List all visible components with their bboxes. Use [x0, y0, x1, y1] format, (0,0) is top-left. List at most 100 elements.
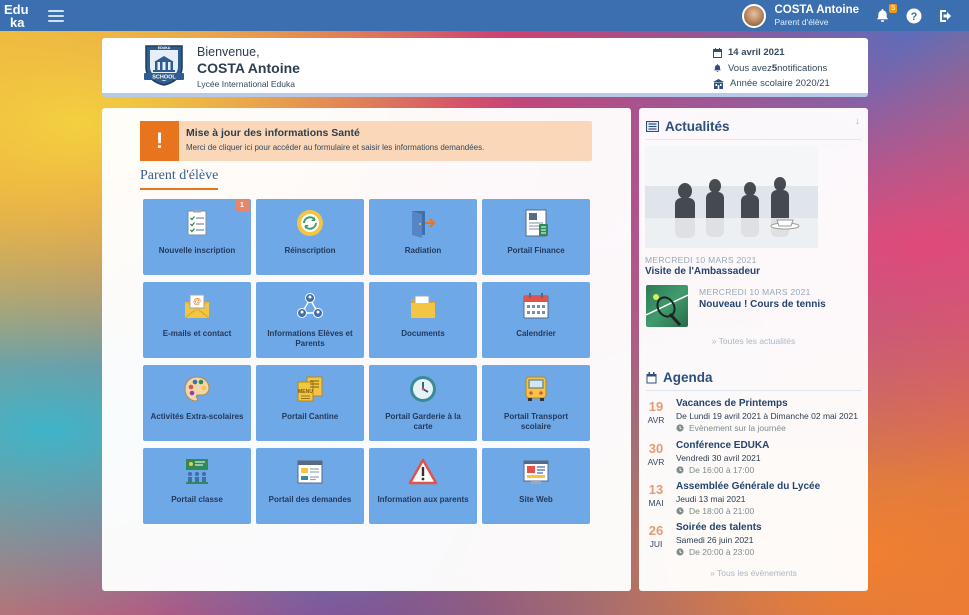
tile-radiation[interactable]: Radiation [369, 199, 477, 275]
news-agenda-panel: ↓ Actualités MERCREDI 10 MARS 2021 Visit… [639, 108, 868, 591]
tile-emails-contact[interactable]: @ E-mails et contact [143, 282, 251, 358]
notification-summary[interactable]: Vous avez 5 notifications [713, 61, 830, 77]
calendar-icon [523, 293, 549, 319]
tile-portail-garderie[interactable]: Portail Garderie à la carte [369, 365, 477, 441]
event-month: AVR [647, 415, 665, 425]
health-update-alert[interactable]: ! Mise à jour des informations Santé Mer… [140, 121, 592, 161]
help-icon[interactable]: ? [905, 7, 923, 25]
avatar[interactable] [742, 3, 767, 28]
news-item-title[interactable]: Visite de l'Ambassadeur [645, 266, 760, 277]
news-heading: Actualités [646, 119, 730, 134]
tile-label: Informations Elèves et Parents [267, 329, 353, 348]
event-date: Vendredi 30 avril 2021 [676, 453, 761, 463]
greeting: Bienvenue, [197, 45, 260, 59]
door-exit-icon [412, 211, 436, 238]
logo-eduka-text: EDUKA [158, 46, 171, 50]
school-building-icon [713, 78, 724, 89]
tile-badge: 1 [235, 200, 249, 212]
event-time: De 18:00 à 21:00 [689, 506, 755, 516]
school-bus-icon [525, 376, 547, 401]
news-date: MERCREDI 10 MARS 2021 [699, 287, 811, 297]
logo-line-1: Edu [4, 1, 29, 17]
news-item-title[interactable]: Nouveau ! Cours de tennis [699, 299, 826, 310]
tile-activites-extra-scolaires[interactable]: Activités Extra-scolaires [143, 365, 251, 441]
news-image-ambassador[interactable] [645, 146, 818, 248]
tile-label: Portail Transport scolaire [503, 412, 568, 431]
tile-information-aux-parents[interactable]: Information aux parents [369, 448, 477, 524]
event-day: 13 [648, 482, 664, 497]
tile-portail-classe[interactable]: Portail classe [143, 448, 251, 524]
tile-label: Réinscription [284, 246, 336, 255]
news-title: Actualités [665, 119, 730, 134]
event-month: AVR [647, 457, 665, 467]
checklist-icon [187, 209, 207, 236]
tile-label: Portail Finance [507, 246, 565, 255]
classroom-icon [186, 459, 208, 484]
agenda-event[interactable]: 13 MAI Assemblée Générale du Lycée Jeudi… [639, 481, 868, 522]
school-name: Lycée International Eduka [197, 79, 295, 89]
event-title: Assemblée Générale du Lycée [676, 481, 821, 492]
svg-text:?: ? [911, 11, 918, 23]
tile-label: Site Web [519, 495, 553, 504]
tile-calendrier[interactable]: Calendrier [482, 282, 590, 358]
notif-suffix: notifications [777, 62, 828, 74]
tile-nouvelle-inscription[interactable]: 1 Nouvelle inscription [143, 199, 251, 275]
tile-documents[interactable]: Documents [369, 282, 477, 358]
all-events-link[interactable]: » Tous les évènements [639, 568, 868, 578]
website-icon [523, 460, 549, 484]
user-name: COSTA Antoine [774, 3, 859, 16]
event-date: De Lundi 19 avril 2021 à Dimanche 02 mai… [676, 411, 858, 421]
tile-reinscription[interactable]: Réinscription [256, 199, 364, 275]
event-day: 19 [648, 399, 664, 414]
newspaper-icon [646, 121, 659, 132]
notif-prefix: Vous avez [728, 62, 772, 74]
tile-label: Portail Cantine [281, 412, 339, 421]
top-navigation-bar: Edu ka COSTA Antoine Parent d'élève 5 ? [0, 0, 969, 31]
main-panel: ! Mise à jour des informations Santé Mer… [102, 108, 631, 591]
agenda-event[interactable]: 19 AVR Vacances de Printemps De Lundi 19… [639, 398, 868, 439]
all-news-link[interactable]: » Toutes les actualités [639, 336, 868, 346]
tile-informations-eleves-parents[interactable]: Informations Elèves et Parents [256, 282, 364, 358]
eduka-logo[interactable]: Edu ka [4, 0, 40, 31]
refresh-circle-icon [297, 210, 323, 236]
user-info[interactable]: COSTA Antoine Parent d'élève [774, 4, 859, 28]
user-role: Parent d'élève [774, 16, 829, 27]
svg-text:@: @ [193, 297, 201, 306]
logo-line-2: ka [10, 14, 25, 30]
exclamation-icon: ! [140, 121, 179, 161]
agenda-event[interactable]: 26 JUI Soirée des talents Samedi 26 juin… [639, 522, 868, 563]
agenda-heading: Agenda [646, 370, 713, 385]
tile-portail-transport[interactable]: Portail Transport scolaire [482, 365, 590, 441]
menu-board-icon: MENU [297, 376, 323, 402]
people-network-icon [297, 293, 323, 318]
forms-icon [297, 460, 323, 484]
tile-label: E-mails et contact [162, 329, 232, 338]
menu-text: MENU [298, 389, 313, 395]
clock-icon [676, 424, 684, 432]
tile-portail-finance[interactable]: Portail Finance [482, 199, 590, 275]
agenda-event[interactable]: 30 AVR Conférence EDUKA Vendredi 30 avri… [639, 440, 868, 481]
tile-label: Portail classe [171, 495, 223, 504]
alert-title: Mise à jour des informations Santé [186, 127, 360, 139]
agenda-title: Agenda [663, 370, 713, 385]
tile-label: Portail des demandes [268, 495, 352, 504]
event-month: MAI [648, 498, 664, 508]
tile-portail-cantine[interactable]: MENU Portail Cantine [256, 365, 364, 441]
logout-icon[interactable] [937, 7, 955, 25]
clock-icon [676, 466, 684, 474]
folder-icon [411, 295, 435, 318]
clock-icon [676, 507, 684, 515]
bell-icon[interactable]: 5 [873, 3, 897, 25]
finance-icon [525, 209, 548, 237]
hamburger-menu-icon[interactable] [48, 9, 64, 22]
tile-label: Portail Garderie à la carte [385, 412, 461, 431]
collapse-arrow-icon[interactable]: ↓ [855, 116, 860, 127]
tile-portail-demandes[interactable]: Portail des demandes [256, 448, 364, 524]
news-image-tennis[interactable] [645, 285, 689, 327]
tile-site-web[interactable]: Site Web [482, 448, 590, 524]
tile-label: Activités Extra-scolaires [150, 412, 244, 421]
event-month: JUI [649, 539, 663, 549]
notification-count-badge: 5 [889, 3, 897, 13]
tile-label: Information aux parents [377, 495, 469, 504]
tile-label: Radiation [404, 246, 442, 255]
